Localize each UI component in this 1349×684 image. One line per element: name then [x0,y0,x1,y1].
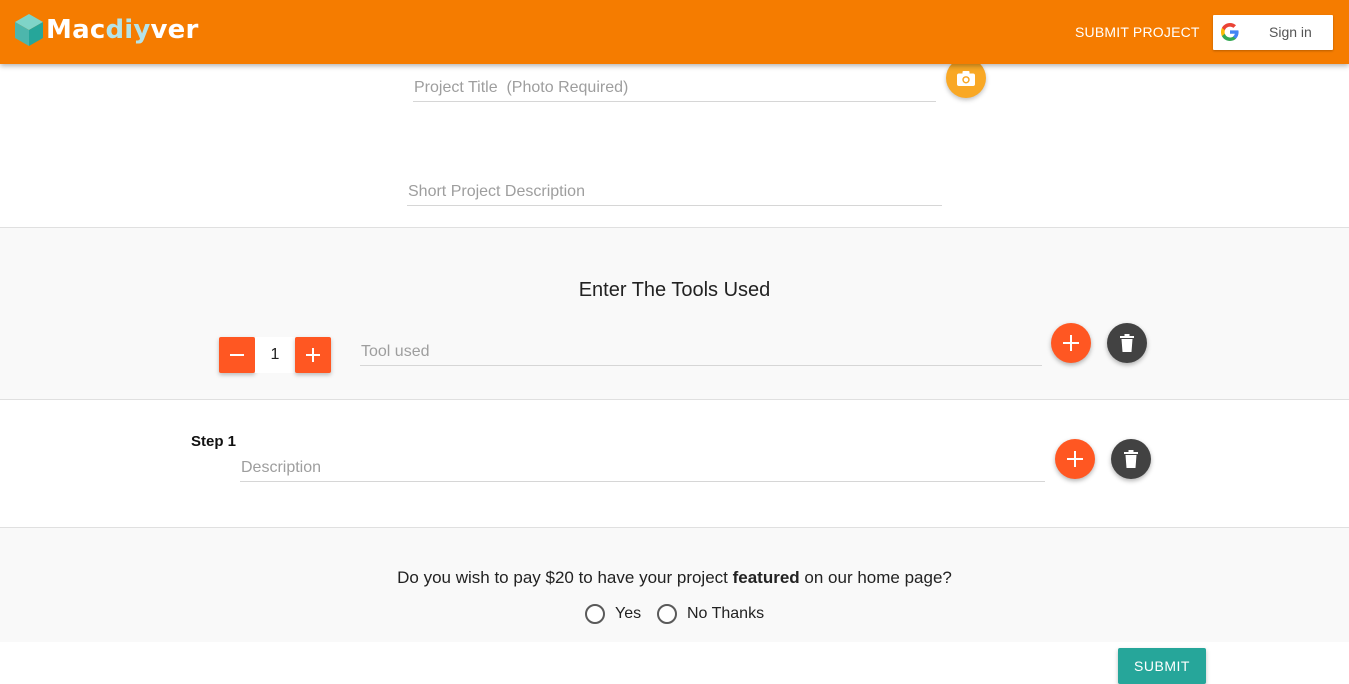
quantity-increment-button[interactable] [295,337,331,373]
google-signin-button[interactable]: Sign in [1213,15,1333,50]
featured-yes-radio[interactable] [585,604,605,624]
featured-question: Do you wish to pay $20 to have your proj… [397,568,952,587]
brand-logo[interactable]: Macdiyver [14,10,199,50]
add-tool-button[interactable] [1051,323,1091,363]
featured-section: Do you wish to pay $20 to have your proj… [0,527,1349,642]
delete-step-button[interactable] [1111,439,1151,479]
submit-button[interactable]: SUBMIT [1118,648,1206,684]
trash-icon [1120,334,1134,352]
tools-heading: Enter The Tools Used [578,279,771,301]
quantity-value[interactable]: 1 [255,337,295,373]
tool-used-input[interactable] [360,343,1042,365]
featured-yes-label[interactable]: Yes [615,605,641,623]
camera-icon [957,70,975,86]
step-description-input[interactable] [240,459,1045,481]
tool-used-field [360,343,1042,366]
featured-no-radio[interactable] [657,604,677,624]
plus-icon [306,348,320,362]
project-title-field [413,79,936,102]
short-description-field [407,183,942,206]
delete-tool-button[interactable] [1107,323,1147,363]
step-label: Step 1 [191,433,237,450]
short-description-input[interactable] [407,183,942,205]
minus-icon [230,354,244,356]
cube-logo-icon [15,14,43,46]
add-step-button[interactable] [1055,439,1095,479]
plus-icon [1063,335,1079,351]
tools-section: Enter The Tools Used [0,227,1349,400]
quantity-decrement-button[interactable] [219,337,255,373]
project-title-input[interactable] [413,79,936,101]
submit-project-link[interactable]: SUBMIT PROJECT [1075,24,1200,40]
featured-no-label[interactable]: No Thanks [687,605,764,623]
top-nav-bar: Macdiyver SUBMIT PROJECT Sign in [0,0,1349,64]
step-description-field [240,459,1045,482]
signin-label: Sign in [1269,24,1312,40]
trash-icon [1124,450,1138,468]
google-icon [1221,23,1239,41]
brand-name: Macdiyver [46,15,199,45]
plus-icon [1067,451,1083,467]
add-photo-button[interactable] [946,58,986,98]
